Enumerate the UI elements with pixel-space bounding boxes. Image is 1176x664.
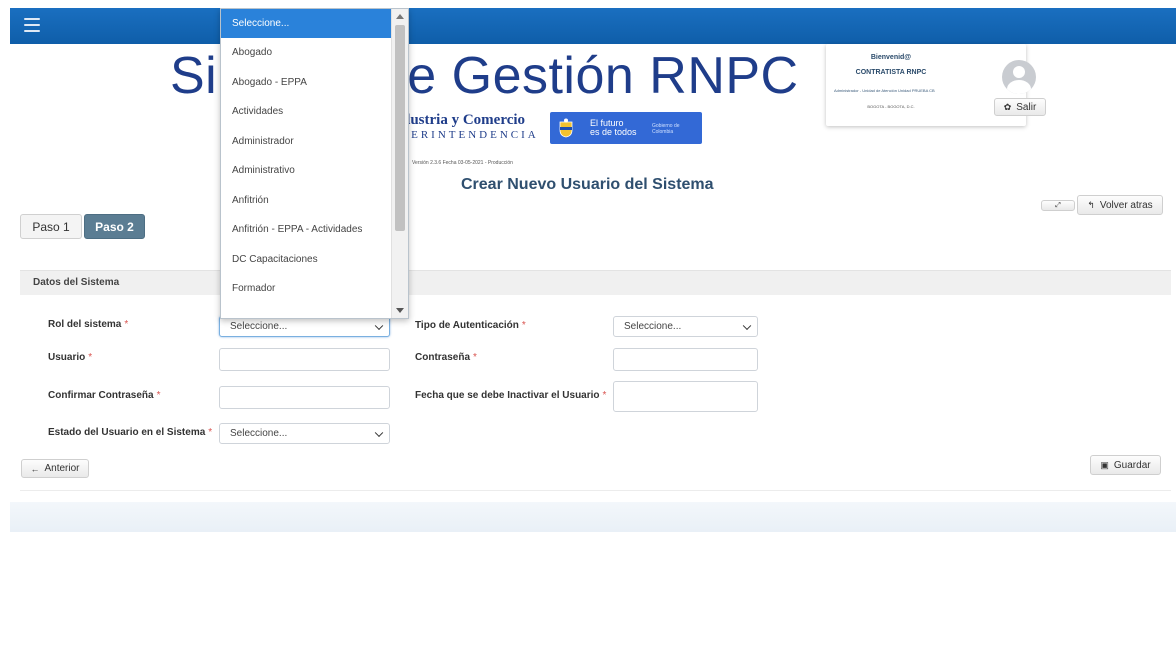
confirmar-contrasena-input[interactable]: [219, 386, 390, 409]
fecha-inactivar-label: Fecha que se debe Inactivar el Usuario *: [415, 390, 607, 401]
anterior-button[interactable]: ← Anterior: [21, 459, 89, 478]
dropdown-option[interactable]: Administrativo: [221, 156, 391, 185]
sic-logo-name: dustria y Comercio: [402, 112, 526, 128]
dropdown-option[interactable]: Formador: [221, 274, 391, 303]
dropdown-option[interactable]: Administrador: [221, 127, 391, 156]
rol-label: Rol del sistema *: [48, 319, 129, 330]
dropdown-option[interactable]: DC Capacitaciones: [221, 245, 391, 274]
dropdown-option[interactable]: Seleccione...: [221, 9, 391, 38]
usuario-input[interactable]: [219, 348, 390, 371]
app-title-right: e Gestión RNPC: [407, 47, 799, 105]
volver-atras-button[interactable]: ↰ Volver atras: [1077, 195, 1163, 215]
arrow-left-icon: ←: [30, 463, 40, 474]
avatar: [1002, 60, 1036, 94]
logout-button[interactable]: ✿ Salir: [994, 98, 1046, 116]
estado-usuario-select[interactable]: Seleccione...: [219, 423, 390, 444]
anterior-label: Anterior: [44, 463, 80, 474]
fecha-inactivar-input[interactable]: [613, 381, 758, 412]
divider: [20, 490, 1171, 491]
gov-logo-line2: es de todos: [590, 127, 637, 137]
tab-paso-1-label: Paso 1: [32, 219, 70, 234]
confirmar-contrasena-label: Confirmar Contraseña *: [48, 390, 161, 401]
dropdown-option[interactable]: Abogado - EPPA: [221, 68, 391, 97]
section-header: Datos del Sistema: [20, 270, 1171, 295]
guardar-label: Guardar: [1113, 459, 1151, 471]
chevron-down-icon: [374, 428, 384, 437]
footer-band: [10, 502, 1176, 532]
tab-paso-2-label: Paso 2: [95, 219, 134, 234]
tipo-autenticacion-label: Tipo de Autenticación *: [415, 320, 526, 331]
gov-logo-tag: Gobierno de Colombia: [652, 123, 680, 135]
dropdown-scrollbar[interactable]: [391, 9, 408, 318]
tab-paso-1[interactable]: Paso 1: [20, 214, 82, 239]
app-window: Si e Gestión RNPC dustria y Comercio PERI…: [10, 8, 1176, 664]
user-role: Administrador - Unidad de Atención Unida…: [834, 88, 935, 93]
expand-toggle-button[interactable]: ⤢: [1041, 200, 1075, 211]
contrasena-input[interactable]: [613, 348, 758, 371]
app-title-left: Si: [170, 47, 218, 105]
scroll-up-icon[interactable]: [396, 14, 404, 19]
user-name: CONTRATISTA RNPC: [855, 69, 927, 76]
section-title: Datos del Sistema: [33, 277, 120, 288]
estado-usuario-label: Estado del Usuario en el Sistema *: [48, 427, 213, 438]
tab-paso-2[interactable]: Paso 2: [84, 214, 145, 239]
user-city: BOGOTA - BOGOTA, D.C.: [867, 104, 915, 109]
estado-select-value: Seleccione...: [230, 428, 288, 439]
dropdown-option[interactable]: Anfitrión - EPPA - Actividades: [221, 215, 391, 244]
rol-select[interactable]: Seleccione...: [219, 316, 390, 337]
rol-select-value: Seleccione...: [230, 321, 288, 332]
scroll-down-icon[interactable]: [396, 308, 404, 313]
welcome-text: Bienvenid@: [870, 54, 912, 61]
usuario-label: Usuario *: [48, 352, 93, 363]
sic-logo-subtitle: PERINTENDENCIA: [402, 129, 539, 141]
reply-arrow-icon: ↰: [1087, 199, 1095, 210]
rol-dropdown-list[interactable]: Seleccione... Abogado Abogado - EPPA Act…: [220, 8, 409, 319]
guardar-button[interactable]: ▣ Guardar: [1090, 455, 1161, 475]
dropdown-option[interactable]: Actividades: [221, 97, 391, 126]
volver-atras-label: Volver atras: [1099, 199, 1153, 211]
page-title: Crear Nuevo Usuario del Sistema: [461, 176, 714, 193]
save-icon: ▣: [1100, 459, 1109, 470]
hamburger-icon[interactable]: [24, 18, 40, 32]
user-info-card: Bienvenid@ CONTRATISTA RNPC Administrado…: [826, 44, 1046, 126]
colombia-crest-icon: [559, 118, 573, 138]
dropdown-option[interactable]: Abogado: [221, 38, 391, 67]
scrollbar-thumb[interactable]: [395, 25, 405, 231]
tipo-auth-select-value: Seleccione...: [624, 321, 682, 332]
dropdown-option[interactable]: Anfitrión: [221, 186, 391, 215]
logout-label: Salir: [1016, 101, 1037, 113]
expand-arrows-icon: ⤢: [1055, 201, 1061, 209]
gobierno-logo: El futuro es de todos Gobierno de Colomb…: [550, 112, 702, 144]
version-label: Versión 2.3.6 Fecha 03-05-2021 - Producc…: [412, 160, 513, 166]
tipo-autenticacion-select[interactable]: Seleccione...: [613, 316, 758, 337]
chevron-down-icon: [374, 321, 384, 330]
contrasena-label: Contraseña *: [415, 352, 477, 363]
top-navbar: [10, 8, 1176, 44]
chevron-down-icon: [742, 321, 752, 330]
gear-icon: ✿: [1003, 101, 1012, 112]
